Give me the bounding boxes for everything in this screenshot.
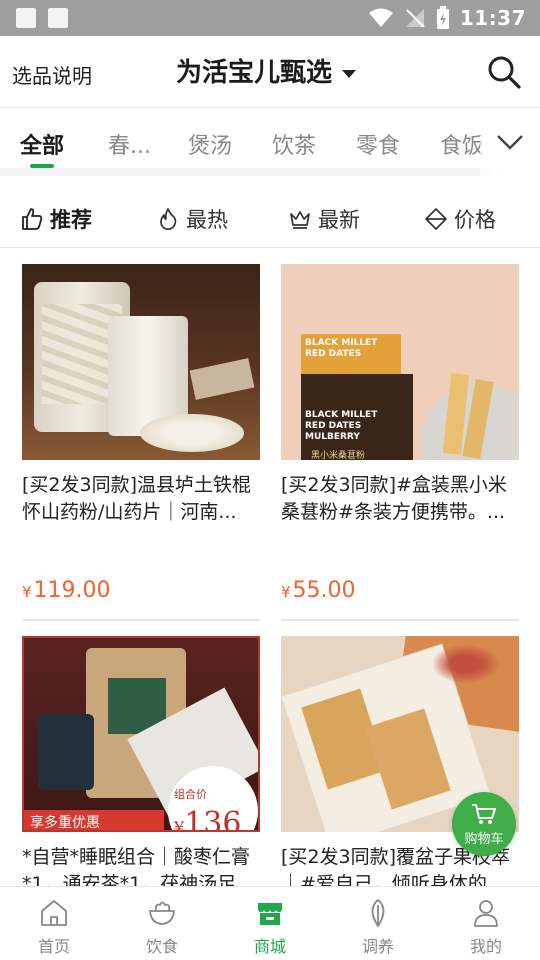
selection-guide-link[interactable]: 选品说明 <box>12 60 92 89</box>
package-label: BLACK MILLET RED DATES <box>305 338 378 359</box>
product-card[interactable]: BLACK MILLET RED DATES BLACK MILLET RED DA… <box>281 264 519 621</box>
category-tabs: 全部 春... 煲汤 饮茶 零食 食饭 <box>0 108 540 176</box>
currency-symbol: ¥ <box>22 583 32 601</box>
nav-home[interactable]: 首页 <box>14 897 94 957</box>
store-title-dropdown[interactable]: 为活宝儿甄选 <box>176 52 357 89</box>
tab-meals[interactable]: 食饭 <box>440 128 484 160</box>
sort-recommended-label: 推荐 <box>50 208 92 232</box>
sort-price-label: 价格 <box>454 208 496 232</box>
flame-icon <box>160 208 177 231</box>
tab-spring[interactable]: 春... <box>108 128 151 160</box>
currency-symbol: ¥ <box>281 583 291 601</box>
package-label: BLACK MILLET RED DATES MULBERRY <box>305 410 378 442</box>
nav-shop[interactable]: 商城 <box>230 897 310 957</box>
product-title: [买2发3同款]温县垆土铁棍怀山药粉/山药片｜河南... <box>22 474 252 523</box>
product-price: ¥55.00 <box>281 578 519 603</box>
bundle-price: ¥136 <box>174 806 242 832</box>
sort-hottest-label: 最热 <box>186 208 228 232</box>
sort-newest[interactable]: 最新 <box>288 204 360 234</box>
product-image: 享多重优惠 组合价 ¥136 <box>22 636 260 832</box>
caret-down-icon <box>342 69 357 78</box>
sort-bar: 推荐 最热 最新 价格 <box>0 184 540 248</box>
no-signal-icon <box>405 9 425 28</box>
package-text: 黑小米桑葚粉 <box>311 451 366 460</box>
search-icon[interactable] <box>486 54 522 90</box>
product-title: [买2发3同款]#盒装黑小米桑葚粉#条装方便携带。... <box>281 474 507 523</box>
product-price: ¥119.00 <box>22 578 260 603</box>
tab-soup[interactable]: 煲汤 <box>188 128 232 160</box>
shop-icon <box>258 903 282 925</box>
nav-shop-label: 商城 <box>253 937 286 956</box>
image-notification-icon <box>16 8 36 28</box>
sort-icon <box>425 208 447 230</box>
sort-newest-label: 最新 <box>318 208 360 232</box>
product-image <box>22 264 260 460</box>
bundle-price-label: 组合价 <box>174 788 207 801</box>
battery-icon <box>436 6 449 29</box>
nav-wellness[interactable]: 调养 <box>338 897 418 957</box>
sort-hottest[interactable]: 最热 <box>156 204 228 234</box>
promo-label: 享多重优惠 <box>30 815 100 831</box>
product-image: BLACK MILLET RED DATES BLACK MILLET RED DA… <box>281 264 519 460</box>
tab-snacks[interactable]: 零食 <box>356 128 400 160</box>
text-notification-icon <box>48 8 68 28</box>
crown-icon <box>290 211 310 229</box>
nav-wellness-label: 调养 <box>361 937 394 956</box>
nav-profile[interactable]: 我的 <box>446 897 526 957</box>
leaf-icon <box>371 899 385 927</box>
nav-profile-label: 我的 <box>469 937 502 956</box>
nav-diet-label: 饮食 <box>145 937 178 956</box>
clock: 11:37 <box>459 6 526 30</box>
sort-recommended[interactable]: 推荐 <box>20 204 92 234</box>
home-icon <box>41 900 67 926</box>
status-bar: 11:37 <box>0 0 540 36</box>
chevron-down-icon <box>497 135 523 150</box>
expand-tabs-button[interactable] <box>480 108 540 176</box>
cart-button[interactable]: 购物车 <box>452 792 516 856</box>
tab-all[interactable]: 全部 <box>20 128 64 160</box>
header: 选品说明 为活宝儿甄选 <box>0 36 540 108</box>
cart-icon <box>472 803 496 824</box>
price-value: 55.00 <box>292 578 356 603</box>
sort-price[interactable]: 价格 <box>424 204 496 234</box>
product-card[interactable]: 享多重优惠 组合价 ¥136 *自营*睡眠组合｜酸枣仁膏*1，通安茶*1，茯神汤… <box>22 636 260 900</box>
wifi-icon <box>368 8 393 27</box>
person-icon <box>474 900 498 927</box>
bowl-icon <box>149 901 175 925</box>
nav-diet[interactable]: 饮食 <box>122 897 202 957</box>
divider <box>281 619 519 621</box>
active-tab-indicator <box>30 164 54 168</box>
bottom-nav: 首页 饮食 商城 调养 我的 <box>0 886 540 960</box>
product-card[interactable]: [买2发3同款]覆盆子果枝萃｜#爱自己，倾听身体的呼... <box>281 636 519 900</box>
nav-home-label: 首页 <box>37 937 70 956</box>
divider <box>22 619 260 621</box>
cart-label: 购物车 <box>464 831 504 847</box>
tab-tea[interactable]: 饮茶 <box>272 128 316 160</box>
store-title: 为活宝儿甄选 <box>176 58 333 88</box>
price-value: 119.00 <box>33 578 111 603</box>
product-card[interactable]: [买2发3同款]温县垆土铁棍怀山药粉/山药片｜河南... ¥119.00 <box>22 264 260 621</box>
thumbs-up-icon <box>22 208 43 230</box>
